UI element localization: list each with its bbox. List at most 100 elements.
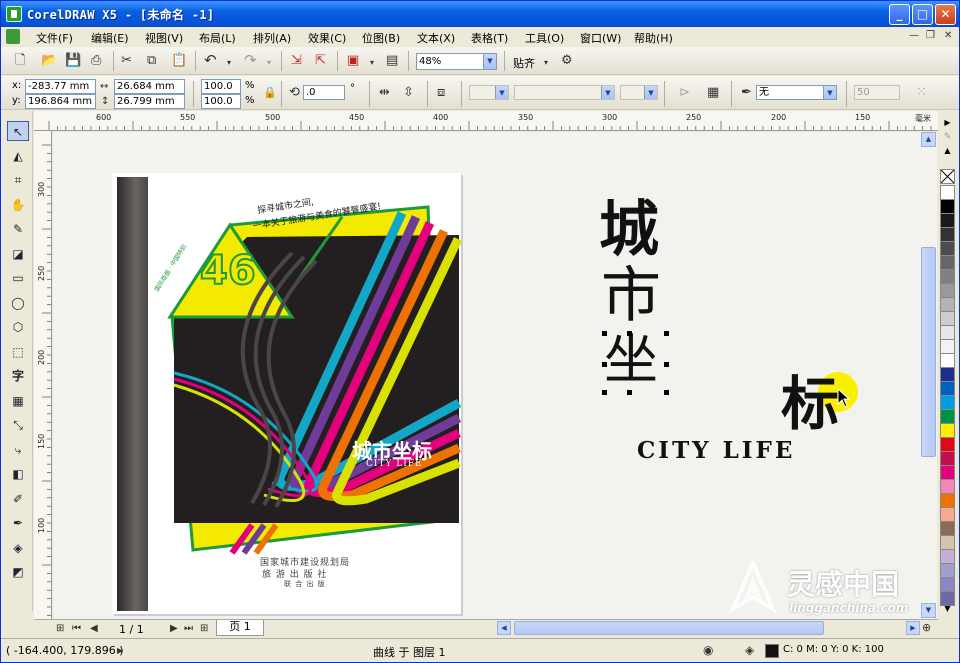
text-tool-icon[interactable]: 字 <box>7 366 29 386</box>
add-page-icon[interactable]: ⊞ <box>56 622 64 636</box>
selection-handle[interactable] <box>664 390 669 395</box>
vertical-scrollbar[interactable]: ▲ ▼ <box>920 132 937 619</box>
menu-table[interactable]: 表格(T) <box>471 30 508 46</box>
rectangle-tool-icon[interactable]: ▭ <box>7 268 29 288</box>
color-swatch[interactable] <box>940 521 955 536</box>
menu-help[interactable]: 帮助(H) <box>634 30 673 46</box>
undo-icon[interactable]: ↶ <box>204 53 217 68</box>
welcome-screen-icon[interactable]: ▤ <box>386 54 398 68</box>
color-swatch[interactable] <box>940 311 955 326</box>
coreldraw-app-icon[interactable] <box>6 6 22 22</box>
color-swatch[interactable] <box>940 409 955 424</box>
last-page-icon[interactable]: ⏭ <box>184 622 193 636</box>
add-page-after-icon[interactable]: ⊞ <box>200 622 208 636</box>
selection-handle[interactable] <box>602 331 607 336</box>
color-swatch[interactable] <box>940 255 955 270</box>
crop-tool-icon[interactable]: ⌗ <box>7 170 29 190</box>
menu-edit[interactable]: 编辑(E) <box>91 30 129 46</box>
logo-char-biao[interactable]: 标 <box>781 372 839 436</box>
scroll-up-icon[interactable]: ▲ <box>921 132 936 147</box>
options-icon[interactable]: ⚙ <box>561 54 573 68</box>
copy-icon[interactable]: ⧉ <box>147 54 156 68</box>
menu-text[interactable]: 文本(X) <box>417 30 455 46</box>
color-swatch[interactable] <box>940 325 955 340</box>
redo-dropdown-icon[interactable]: ▾ <box>267 56 271 70</box>
palette-scroll-up-icon[interactable]: ▶ <box>941 118 954 130</box>
connector-tool-icon[interactable]: ⤷ <box>7 440 29 460</box>
lock-ratio-icon[interactable]: 🔒 <box>263 86 277 100</box>
cover-page[interactable]: 探寻城市之间, 一本关于旅游与美食的饕餮盛宴! 46 国际版面 · 中国特别 城… <box>112 173 461 614</box>
color-swatch[interactable] <box>940 381 955 396</box>
scale-y-input[interactable]: 100.0 <box>201 94 241 109</box>
undo-dropdown-icon[interactable]: ▾ <box>227 56 231 70</box>
palette-scroll-prev-icon[interactable]: ▲ <box>941 146 954 158</box>
scroll-right-icon[interactable]: ▶ <box>906 621 920 635</box>
snap-dropdown-icon[interactable]: ▾ <box>544 56 548 70</box>
snap-to-label[interactable]: 贴齐 <box>513 55 535 71</box>
color-swatch[interactable] <box>940 241 955 256</box>
color-swatch[interactable] <box>940 535 955 550</box>
mirror-horizontal-icon[interactable]: ⇹ <box>379 86 390 100</box>
node-count-input[interactable]: 50 <box>854 85 900 100</box>
color-swatch[interactable] <box>940 283 955 298</box>
polygon-tool-icon[interactable]: ⬡ <box>7 317 29 337</box>
ellipse-tool-icon[interactable]: ◯ <box>7 293 29 313</box>
import-icon[interactable]: ⇲ <box>291 54 302 68</box>
pan-tool-icon[interactable]: ✋ <box>7 195 29 215</box>
new-document-icon[interactable]: 🗋 <box>15 54 25 68</box>
menu-bitmaps[interactable]: 位图(B) <box>362 30 400 46</box>
color-swatch[interactable] <box>940 437 955 452</box>
color-swatch[interactable] <box>940 367 955 382</box>
menu-tools[interactable]: 工具(O) <box>525 30 564 46</box>
color-swatch[interactable] <box>940 269 955 284</box>
color-swatch[interactable] <box>940 395 955 410</box>
color-swatch[interactable] <box>940 479 955 494</box>
arrowhead-icon[interactable]: ⊳ <box>679 86 690 100</box>
chevron-down-icon[interactable]: ▼ <box>495 86 508 99</box>
color-swatch[interactable] <box>940 199 955 214</box>
basic-shapes-tool-icon[interactable]: ⬚ <box>7 342 29 362</box>
drawing-canvas[interactable]: 探寻城市之间, 一本关于旅游与美食的饕餮盛宴! 46 国际版面 · 中国特别 城… <box>53 132 920 619</box>
selection-handle[interactable] <box>602 362 607 367</box>
pick-tool-icon[interactable]: ↖ <box>7 121 29 141</box>
eyedropper-tool-icon[interactable]: ✐ <box>7 489 29 509</box>
next-page-icon[interactable]: ▶ <box>170 622 178 636</box>
chevron-down-icon[interactable]: ▼ <box>823 86 836 99</box>
mirror-vertical-icon[interactable]: ⇳ <box>403 86 414 100</box>
outline-pen-icon[interactable]: ✒ <box>741 86 752 100</box>
menu-view[interactable]: 视图(V) <box>145 30 183 46</box>
selection-handle[interactable] <box>664 331 669 336</box>
color-swatch[interactable] <box>940 213 955 228</box>
transform-object-icon[interactable]: ⧈ <box>437 86 445 100</box>
chevron-down-icon[interactable]: ▼ <box>601 86 614 99</box>
export-icon[interactable]: ⇱ <box>315 54 326 68</box>
minimize-button[interactable]: _ <box>889 4 910 25</box>
doc-close-button[interactable]: ✕ <box>944 30 952 41</box>
application-launcher-icon[interactable]: ▣ <box>347 54 359 68</box>
vertical-scroll-thumb[interactable] <box>921 247 936 457</box>
horizontal-scroll-thumb[interactable] <box>514 621 824 635</box>
color-swatch[interactable] <box>940 339 955 354</box>
freehand-tool-icon[interactable]: ✎ <box>7 219 29 239</box>
horizontal-ruler[interactable]: 600 550 500 450 400 350 300 250 200 150 … <box>34 111 938 131</box>
logo-tagline[interactable]: CITY LIFE <box>637 437 795 464</box>
font-size-combo[interactable]: ▼ <box>469 85 509 100</box>
chevron-down-icon[interactable]: ▼ <box>644 86 657 99</box>
color-swatch[interactable] <box>940 423 955 438</box>
menu-effects[interactable]: 效果(C) <box>308 30 346 46</box>
zoom-navigator-icon[interactable]: ⊕ <box>922 621 931 635</box>
scroll-left-icon[interactable]: ◀ <box>497 621 511 635</box>
object-width-input[interactable]: 26.684 mm <box>114 79 185 94</box>
outline-tool-icon[interactable]: ✒ <box>7 513 29 533</box>
redo-icon[interactable]: ↷ <box>244 53 257 68</box>
menu-layout[interactable]: 布局(L) <box>199 30 236 46</box>
object-height-input[interactable]: 26.799 mm <box>114 94 185 109</box>
table-tool-icon[interactable]: ▦ <box>7 391 29 411</box>
previous-page-icon[interactable]: ◀ <box>90 622 98 636</box>
outline-width-combo[interactable]: 无 ▼ <box>756 85 837 100</box>
fill-tool-icon[interactable]: ◈ <box>7 538 29 558</box>
menu-file[interactable]: 文件(F) <box>36 30 73 46</box>
color-swatch[interactable] <box>940 507 955 522</box>
wrap-text-icon[interactable]: ▦ <box>707 86 719 100</box>
menu-window[interactable]: 窗口(W) <box>580 30 621 46</box>
